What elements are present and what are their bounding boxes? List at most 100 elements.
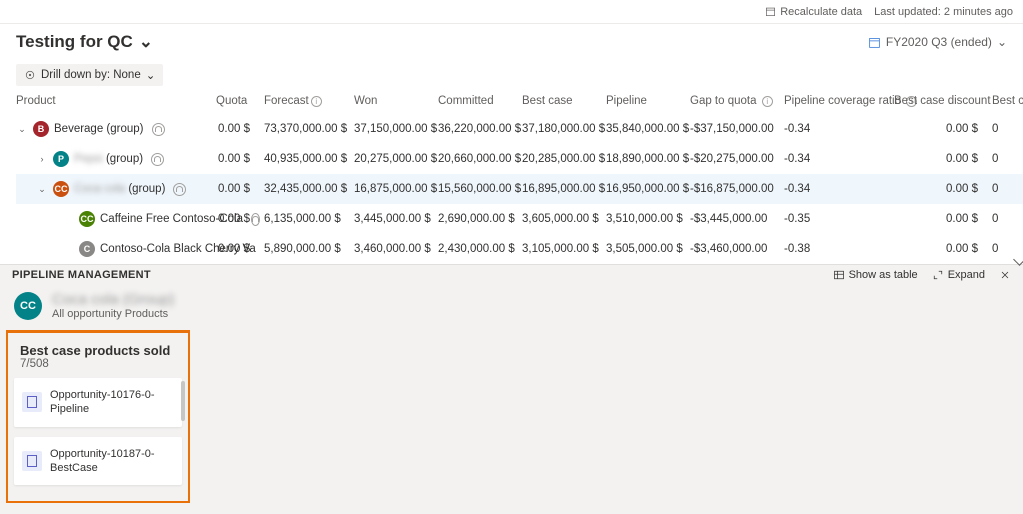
table-row[interactable]: ›PPepsi (group) 0.00 $ 40,935,000.00 $ 2… <box>16 144 1023 174</box>
col-won[interactable]: Won <box>354 88 438 114</box>
cell-forecast: 40,935,000.00 $ <box>264 144 354 174</box>
period-selector[interactable]: FY2020 Q3 (ended) ⌄ <box>868 35 1007 49</box>
col-bestcase[interactable]: Best case <box>522 88 606 114</box>
document-icon <box>22 451 42 471</box>
table-row[interactable]: ⌄CCCoca cola (group) 0.00 $ 32,435,000.0… <box>16 174 1023 204</box>
best-case-card-area: Best case products sold 7/508 Opportunit… <box>6 330 190 503</box>
user-icon <box>251 213 260 226</box>
cell-ratio: -0.34 <box>784 144 894 174</box>
group-avatar: CC <box>14 292 42 320</box>
expand-button[interactable]: Expand <box>932 269 985 281</box>
opportunity-card[interactable]: Opportunity-10187-0-BestCase <box>14 437 182 486</box>
cell-discount: 0.00 $ <box>894 234 992 264</box>
info-icon[interactable]: i <box>311 96 322 107</box>
cell-pipeline: 16,950,000.00 $ <box>606 174 690 204</box>
calendar-icon <box>765 6 776 17</box>
close-button[interactable] <box>999 269 1011 281</box>
col-gap[interactable]: Gap to quota i <box>690 88 784 114</box>
cell-won: 16,875,000.00 $ <box>354 174 438 204</box>
chevron-down-icon: ⌄ <box>997 35 1007 49</box>
col-discount[interactable]: Best case discount <box>894 88 992 114</box>
cell-bestcase: 37,180,000.00 $ <box>522 114 606 144</box>
header: Testing for QC ⌄ FY2020 Q3 (ended) ⌄ <box>0 24 1023 60</box>
card-area-count: 7/508 <box>14 358 182 378</box>
panel-header: PIPELINE MANAGEMENT Show as table Expand <box>0 265 1023 285</box>
product-badge: C <box>79 241 95 257</box>
document-icon <box>22 392 42 412</box>
target-icon <box>24 69 36 81</box>
chevron-down-icon: ⌄ <box>139 32 153 52</box>
cell-pipeline: 18,890,000.00 $ <box>606 144 690 174</box>
drill-down-button[interactable]: Drill down by: None ⌄ <box>16 64 163 86</box>
table-row[interactable]: ⌄BBeverage (group) 0.00 $ 73,370,000.00 … <box>16 114 1023 144</box>
calendar-icon <box>868 36 881 49</box>
scrollbar[interactable] <box>1017 118 1023 264</box>
cell-committed: 2,690,000.00 $ <box>438 204 522 234</box>
expand-icon <box>932 269 944 281</box>
panel-subheader: CC Coca cola (Group) All opportunity Pro… <box>0 285 1023 330</box>
cell-ratio: -0.38 <box>784 234 894 264</box>
cell-ratio: -0.35 <box>784 204 894 234</box>
table-row[interactable]: CCCaffeine Free Contoso-Cola 0.00 $ 6,13… <box>16 204 1023 234</box>
col-ratio[interactable]: Pipeline coverage ratio i <box>784 88 894 114</box>
cell-quota: 0.00 $ <box>216 114 264 144</box>
cell-ratio: -0.34 <box>784 174 894 204</box>
forecast-table-wrap: Product Quota Forecasti Won Committed Be… <box>0 88 1023 264</box>
cell-won: 37,150,000.00 $ <box>354 114 438 144</box>
cell-quota: 0.00 $ <box>216 174 264 204</box>
cell-discount: 0.00 $ <box>894 114 992 144</box>
col-pipeline[interactable]: Pipeline <box>606 88 690 114</box>
forecast-table: Product Quota Forecasti Won Committed Be… <box>16 88 1023 264</box>
product-name: Coca cola (group) <box>74 183 165 195</box>
cell-pipeline: 3,505,000.00 $ <box>606 234 690 264</box>
top-bar: Recalculate data Last updated: 2 minutes… <box>0 0 1023 24</box>
expand-icon[interactable]: › <box>36 154 48 164</box>
cell-won: 20,275,000.00 $ <box>354 144 438 174</box>
cell-gap: -$3,460,000.00 <box>690 234 784 264</box>
recalc-link[interactable]: Recalculate data <box>765 6 862 18</box>
cell-bestcase: 16,895,000.00 $ <box>522 174 606 204</box>
panel-title: PIPELINE MANAGEMENT <box>12 269 151 281</box>
product-badge: CC <box>79 211 95 227</box>
period-label: FY2020 Q3 (ended) <box>886 35 992 49</box>
close-icon <box>999 269 1011 281</box>
cell-forecast: 32,435,000.00 $ <box>264 174 354 204</box>
cell-forecast: 5,890,000.00 $ <box>264 234 354 264</box>
cell-bestcase: 3,105,000.00 $ <box>522 234 606 264</box>
cell-bestcase: 20,285,000.00 $ <box>522 144 606 174</box>
expand-icon[interactable]: ⌄ <box>16 124 28 135</box>
group-name: Coca cola (Group) <box>52 291 175 308</box>
product-badge: P <box>53 151 69 167</box>
table-row[interactable]: CContoso-Cola Black Cherry Va 0.00 $ 5,8… <box>16 234 1023 264</box>
page-title-dropdown[interactable]: Testing for QC ⌄ <box>16 32 153 52</box>
info-icon[interactable]: i <box>762 96 773 107</box>
user-icon <box>152 123 165 136</box>
show-as-table-button[interactable]: Show as table <box>833 269 918 281</box>
group-subtitle: All opportunity Products <box>52 308 175 320</box>
card-label: Opportunity-10176-0-Pipeline <box>50 388 174 417</box>
user-icon <box>173 183 186 196</box>
expand-icon[interactable]: ⌄ <box>36 184 48 195</box>
cell-discount: 0.00 $ <box>894 204 992 234</box>
cell-quota: 0.00 $ <box>216 234 264 264</box>
cell-committed: 36,220,000.00 $ <box>438 114 522 144</box>
last-updated: Last updated: 2 minutes ago <box>874 6 1013 18</box>
col-prod[interactable]: Best case prod... <box>992 88 1023 114</box>
product-name: Beverage (group) <box>54 123 144 135</box>
table-header-row: Product Quota Forecasti Won Committed Be… <box>16 88 1023 114</box>
cell-committed: 20,660,000.00 $ <box>438 144 522 174</box>
cell-pipeline: 3,510,000.00 $ <box>606 204 690 234</box>
cell-pipeline: 35,840,000.00 $ <box>606 114 690 144</box>
col-forecast[interactable]: Forecasti <box>264 88 354 114</box>
col-committed[interactable]: Committed <box>438 88 522 114</box>
pipeline-panel: PIPELINE MANAGEMENT Show as table Expand… <box>0 264 1023 514</box>
user-icon <box>151 153 164 166</box>
cell-bestcase: 3,605,000.00 $ <box>522 204 606 234</box>
card-scrollbar[interactable] <box>181 381 185 421</box>
card-area-title: Best case products sold <box>14 339 182 358</box>
cell-discount: 0.00 $ <box>894 174 992 204</box>
drill-bar: Drill down by: None ⌄ <box>0 60 1023 88</box>
col-product[interactable]: Product <box>16 88 216 114</box>
opportunity-card[interactable]: Opportunity-10176-0-Pipeline <box>14 378 182 427</box>
col-quota[interactable]: Quota <box>216 88 264 114</box>
